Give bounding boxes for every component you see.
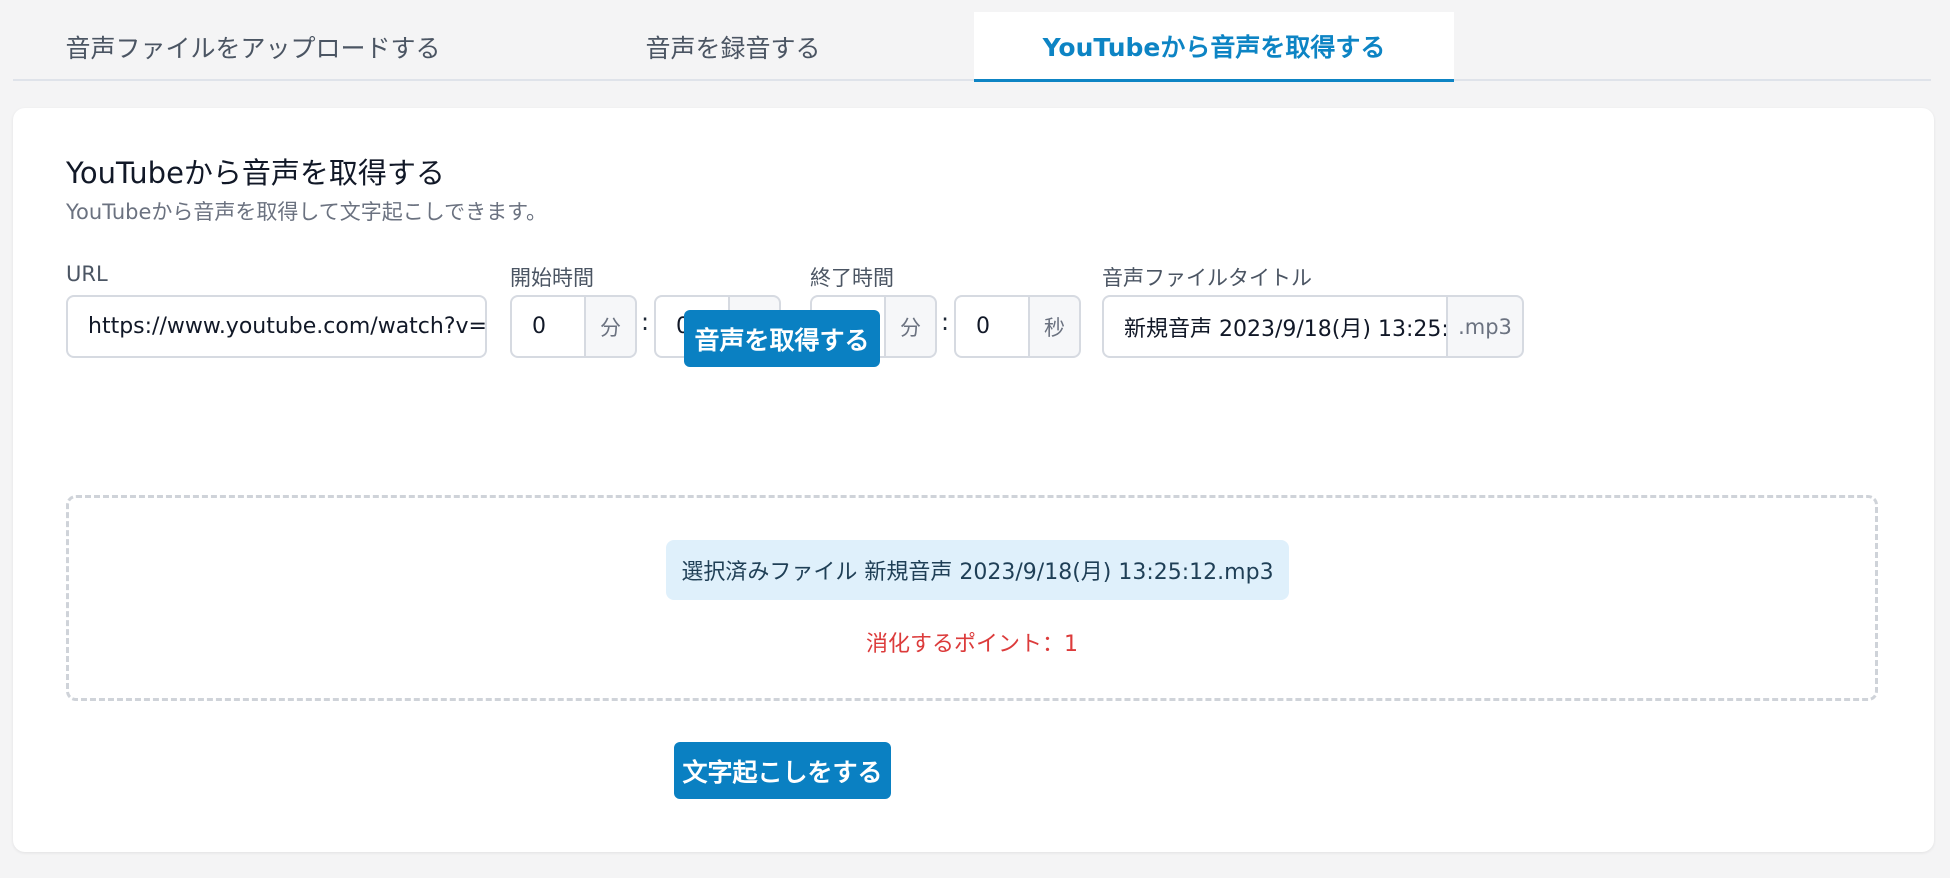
end-seconds-input[interactable]: 0 xyxy=(954,295,1030,358)
tab-record-audio[interactable]: 音声を録音する xyxy=(493,12,973,81)
card-subtitle: YouTubeから音声を取得して文字起こしできます。 xyxy=(66,200,548,224)
file-extension: .mp3 xyxy=(1446,295,1524,358)
file-title-label: 音声ファイルタイトル xyxy=(1102,266,1312,290)
file-dropzone[interactable]: 選択済みファイル 新規音声 2023/9/18(月) 13:25:12.mp3 … xyxy=(66,495,1878,701)
transcribe-button[interactable]: 文字起こしをする xyxy=(674,742,891,799)
tab-youtube-audio[interactable]: YouTubeから音声を取得する xyxy=(974,12,1454,82)
end-time-label: 終了時間 xyxy=(810,266,894,290)
end-minutes-unit: 分 xyxy=(884,295,937,358)
start-time-label: 開始時間 xyxy=(510,266,594,290)
url-input[interactable]: https://www.youtube.com/watch?v=8Ibvl5iy… xyxy=(66,295,487,358)
end-colon: : xyxy=(941,308,950,336)
start-minutes-unit: 分 xyxy=(584,295,637,358)
url-label: URL xyxy=(66,262,108,286)
end-seconds-unit: 秒 xyxy=(1028,295,1081,358)
tab-bar: 音声ファイルをアップロードする 音声を録音する YouTubeから音声を取得する xyxy=(13,12,1931,82)
youtube-card: YouTubeから音声を取得する YouTubeから音声を取得して文字起こしでき… xyxy=(13,108,1934,852)
start-colon: : xyxy=(641,308,650,336)
start-minutes-input[interactable]: 0 xyxy=(510,295,586,358)
points-cost: 消化するポイント：1 xyxy=(866,632,1078,657)
card-title: YouTubeから音声を取得する xyxy=(66,156,445,190)
file-title-input[interactable]: 新規音声 2023/9/18(月) 13:25:12 xyxy=(1102,295,1448,358)
tab-upload-audio[interactable]: 音声ファイルをアップロードする xyxy=(13,12,493,81)
fetch-audio-button[interactable]: 音声を取得する xyxy=(684,310,880,367)
selected-file-badge: 選択済みファイル 新規音声 2023/9/18(月) 13:25:12.mp3 xyxy=(666,540,1289,600)
